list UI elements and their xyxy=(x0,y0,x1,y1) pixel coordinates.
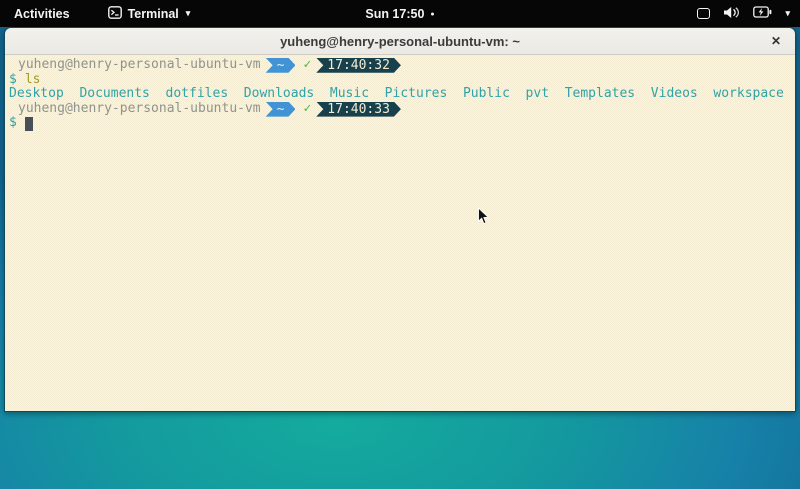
battery-charging-icon xyxy=(753,6,772,21)
command-text: ls xyxy=(25,73,41,88)
mouse-cursor-icon xyxy=(477,207,490,231)
top-bar: Activities Terminal ▾ Sun 17:50 ● xyxy=(0,0,800,27)
command-line: $ ls xyxy=(9,73,795,88)
close-button[interactable]: ✕ xyxy=(766,31,786,51)
prompt-cwd-segment: ~ xyxy=(266,58,296,73)
prompt-user-host: yuheng@henry-personal-ubuntu-vm xyxy=(9,102,261,117)
prompt-user-host: yuheng@henry-personal-ubuntu-vm xyxy=(9,58,261,73)
text-cursor xyxy=(25,117,33,131)
ls-output: Desktop Documents dotfiles Downloads Mus… xyxy=(9,87,795,102)
prompt-time-segment: 17:40:32 xyxy=(316,58,401,73)
prompt-line: yuheng@henry-personal-ubuntu-vm ~ ✓ 17:4… xyxy=(9,102,795,117)
window-title: yuheng@henry-personal-ubuntu-vm: ~ xyxy=(280,34,520,49)
input-line[interactable]: $ xyxy=(9,116,795,131)
prompt-symbol: $ xyxy=(9,116,17,131)
status-check-icon: ✓ xyxy=(303,58,311,73)
app-menu-label: Terminal xyxy=(128,7,179,21)
prompt-time-segment: 17:40:33 xyxy=(316,102,401,117)
prompt-symbol: $ xyxy=(9,73,17,88)
clock-label: Sun 17:50 xyxy=(365,7,424,21)
chevron-down-icon: ▾ xyxy=(785,8,790,19)
terminal-app-icon xyxy=(108,6,122,22)
system-menu[interactable]: ▾ xyxy=(697,0,790,27)
status-check-icon: ✓ xyxy=(303,102,311,117)
volume-icon xyxy=(723,6,740,22)
prompt-line: yuheng@henry-personal-ubuntu-vm ~ ✓ 17:4… xyxy=(9,58,795,73)
display-icon xyxy=(697,8,710,19)
activities-button[interactable]: Activities xyxy=(10,4,74,24)
terminal-content[interactable]: yuheng@henry-personal-ubuntu-vm ~ ✓ 17:4… xyxy=(5,55,795,411)
app-menu[interactable]: Terminal ▾ xyxy=(108,6,191,22)
notification-dot-icon: ● xyxy=(430,11,434,18)
terminal-window: yuheng@henry-personal-ubuntu-vm: ~ ✕ yuh… xyxy=(4,27,796,412)
prompt-cwd-segment: ~ xyxy=(266,102,296,117)
clock[interactable]: Sun 17:50 ● xyxy=(365,0,434,27)
chevron-down-icon: ▾ xyxy=(186,8,191,19)
window-titlebar[interactable]: yuheng@henry-personal-ubuntu-vm: ~ ✕ xyxy=(5,28,795,55)
